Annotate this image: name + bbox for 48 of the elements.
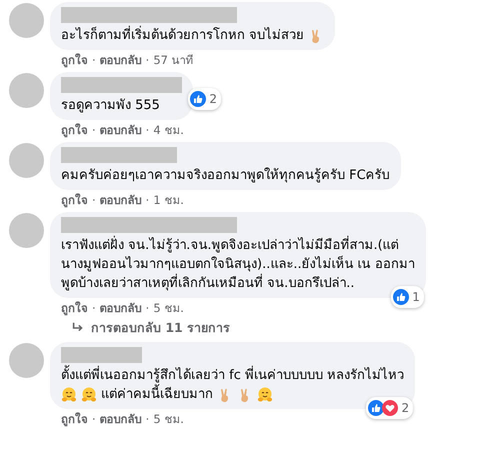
action-link[interactable]: ถูกใจ [61, 123, 88, 138]
hugging-face-emoji-icon [257, 386, 273, 402]
separator-dot: · [92, 301, 96, 316]
comment-text: คมครับค่อยๆเอาความจริงออกมาพูดให้ทุกคนรู้ครับ FCครับ [61, 166, 390, 185]
separator-dot: · [146, 301, 150, 316]
separator-dot: · [146, 123, 150, 138]
action-link[interactable]: ตอบกลับ [100, 193, 142, 208]
separator-dot: · [92, 193, 96, 208]
comment-text: อะไรก็ตามที่เริ่มต้นด้วยการโกหก จบไม่สวย [61, 26, 304, 45]
comment-text: แต่ค่าคมนี้เฉียบมาก [101, 385, 213, 404]
timestamp[interactable]: 4 ชม. [153, 123, 184, 138]
like-icon [393, 289, 410, 305]
action-link[interactable]: ถูกใจ [61, 412, 88, 427]
avatar [9, 343, 44, 378]
reaction-count-badge[interactable]: 2 [188, 88, 221, 110]
view-replies-link[interactable]: การตอบกลับ 11 รายการ [71, 320, 495, 336]
reaction-count-badge[interactable]: 1 [391, 286, 424, 308]
action-link[interactable]: ตอบกลับ [100, 123, 142, 138]
action-link[interactable]: ตอบกลับ [100, 412, 142, 427]
avatar [9, 3, 44, 38]
like-icon [368, 400, 384, 416]
action-link[interactable]: ตอบกลับ [100, 301, 142, 316]
action-link[interactable]: ถูกใจ [61, 301, 88, 316]
hugging-face-emoji-icon [81, 386, 97, 402]
timestamp[interactable]: 57 นาที [153, 53, 194, 68]
avatar [9, 213, 44, 248]
separator-dot: · [146, 53, 150, 68]
comment-text: พูดบ้างเลยว่าสาเหตุที่เลิกกันเหมือนที่ จน.บอกรึเปล่า.. [61, 274, 355, 293]
comment-text: เราฟังแต่ฝั่ง จน.ไม่รู้ว่า.จน.พูดจิงอะเปล่าว่าไม่มีมือที่สาม.(แต่ [61, 236, 399, 255]
comment-text: นางมูฟออนไวมากๆแอบตกใจนิสนุง)..และ..ยังไม่เห็น เน ออกมา [61, 255, 415, 274]
separator-dot: · [92, 412, 96, 427]
action-link[interactable]: ถูกใจ [61, 193, 88, 208]
timestamp[interactable]: 5 ชม. [153, 301, 184, 316]
action-link[interactable]: ถูกใจ [61, 53, 88, 68]
avatar [9, 73, 44, 108]
separator-dot: · [92, 53, 96, 68]
comment-text: รอดูความพัง 555 [61, 97, 160, 115]
action-link[interactable]: ตอบกลับ [100, 53, 142, 68]
like-icon [190, 91, 206, 107]
separator-dot: · [92, 123, 96, 138]
avatar [9, 143, 44, 178]
timestamp[interactable]: 5 ชม. [153, 412, 184, 427]
timestamp[interactable]: 1 ชม. [153, 193, 184, 208]
hugging-face-emoji-icon [61, 386, 77, 402]
reaction-count-badge[interactable]: 2 [366, 397, 414, 419]
separator-dot: · [146, 412, 150, 427]
comment-text: ตั้งแต่พี่เนออกมารู้สึกได้เลยว่า fc พี่เนค่าบบบบบ หลงรักไม่ไหว [61, 366, 404, 385]
separator-dot: · [146, 193, 150, 208]
